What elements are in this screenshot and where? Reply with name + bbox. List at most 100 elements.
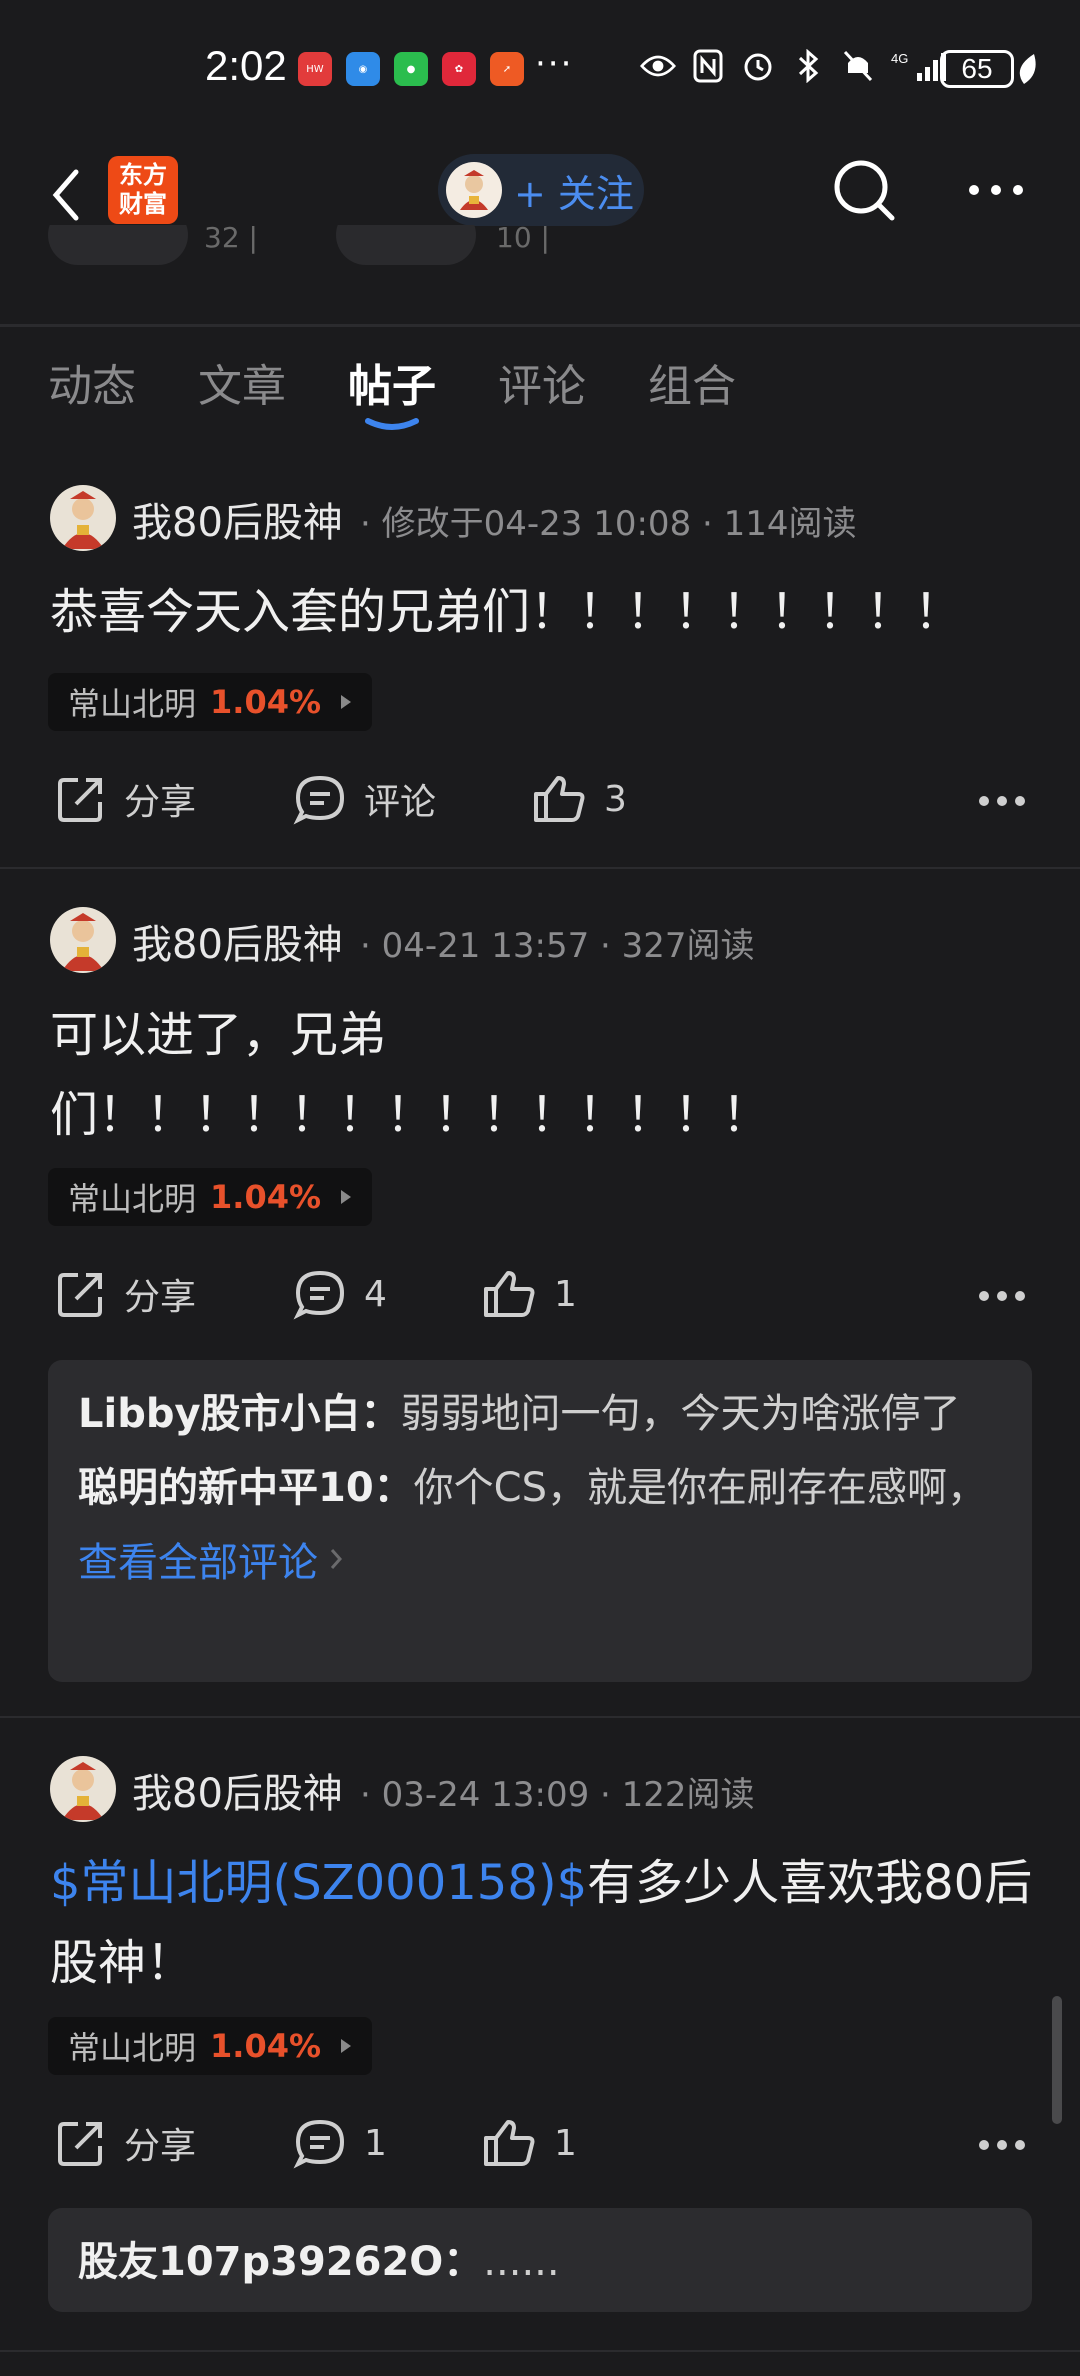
caret-right-icon [341, 1190, 352, 1204]
stock-app-icon: ➚ [490, 52, 524, 86]
stock-name: 常山北明 [68, 2029, 197, 2067]
caret-right-icon [341, 695, 352, 709]
profile-tabs: 动态 文章 帖子 评论 组合 [0, 350, 1080, 450]
avatar[interactable] [50, 485, 116, 551]
like-button[interactable]: 1 [480, 1267, 577, 1321]
comment-button[interactable]: 1 [292, 2116, 387, 2170]
follow-label: + 关注 [514, 171, 634, 216]
back-arrow-icon[interactable] [44, 160, 94, 230]
active-tab-indicator [364, 416, 420, 430]
post-author[interactable]: 我80后股神 [132, 912, 343, 970]
brand-logo-text: 东方 财富 [119, 161, 167, 218]
like-count: 1 [554, 2122, 577, 2164]
tab-articles[interactable]: 文章 [198, 350, 286, 414]
comment-author[interactable]: 股友107p39262O： [78, 2239, 483, 2285]
stock-mention-link[interactable]: $常山北明(SZ000158)$ [50, 1855, 587, 1911]
post-author[interactable]: 我80后股神 [132, 1761, 343, 1819]
stat-pill [336, 225, 476, 265]
share-icon [58, 2122, 102, 2166]
post-more-icon[interactable] [978, 2137, 1026, 2151]
like-count: 1 [554, 1273, 577, 1315]
stock-tag[interactable]: 常山北明 1.04% [48, 2017, 372, 2075]
search-icon[interactable] [830, 156, 900, 226]
news-app-icon: ✿ [442, 52, 476, 86]
avatar[interactable] [50, 1756, 116, 1822]
comment-text: 你个CS，就是你在刷存在感啊， [413, 1465, 987, 1511]
like-button[interactable]: 3 [530, 772, 627, 826]
tab-comments[interactable]: 评论 [498, 350, 586, 414]
post-text[interactable]: $常山北明(SZ000158)$有多少人喜欢我80后股神！ [50, 1843, 1040, 2003]
comment-button[interactable]: 评论 [292, 772, 436, 826]
stock-change: 1.04% [210, 1178, 322, 1216]
scrollbar[interactable] [1052, 1996, 1062, 2124]
more-options-icon[interactable] [966, 180, 1026, 200]
comment-icon [293, 2119, 345, 2169]
stock-tag[interactable]: 常山北明 1.04% [48, 1168, 372, 1226]
stat-count: 32 | [204, 225, 258, 254]
divider [0, 1716, 1080, 1718]
divider [0, 324, 1080, 327]
status-app-icons: HW ◉ ● ✿ ➚ [298, 52, 524, 86]
svg-text:4G: 4G [891, 51, 908, 66]
share-button[interactable]: 分享 [54, 2116, 196, 2170]
view-all-comments-link[interactable]: 查看全部评论 [78, 1530, 1002, 1588]
comment-author[interactable]: Libby股市小白： [78, 1391, 401, 1437]
stock-tag[interactable]: 常山北明 1.04% [48, 673, 372, 731]
stock-name: 常山北明 [68, 1180, 197, 1218]
post-text[interactable]: 恭喜今天入套的兄弟们！！！！！！！！！ [50, 572, 1040, 652]
leaf-icon [1018, 52, 1038, 90]
thumbs-up-icon [484, 1271, 535, 1317]
share-button[interactable]: 分享 [54, 772, 196, 826]
like-count: 3 [604, 778, 627, 820]
comment-count: 4 [364, 1273, 387, 1315]
avatar[interactable] [50, 907, 116, 973]
browser-app-icon: ◉ [346, 52, 380, 86]
divider [0, 867, 1080, 869]
collapsed-stats-row: 32 | 10 | [0, 225, 1080, 325]
brand-logo[interactable]: 东方 财富 [108, 156, 178, 224]
post-author[interactable]: 我80后股神 [132, 490, 343, 548]
comment-button[interactable]: 4 [292, 1267, 387, 1321]
post-meta: · 04-21 13:57 · 327阅读 [360, 926, 755, 966]
comment-preview-box[interactable]: Libby股市小白：弱弱地问一句，今天为啥涨停了 聪明的新中平10：你个CS，就… [48, 1360, 1032, 1682]
eye-icon [640, 48, 676, 84]
post-more-icon[interactable] [978, 1288, 1026, 1302]
share-label: 分享 [124, 2126, 197, 2167]
share-label: 分享 [124, 782, 197, 823]
stock-change: 1.04% [210, 2027, 322, 2065]
stat-count: 10 | [496, 225, 550, 254]
post-text-line: 可以进了，兄弟 [50, 1007, 387, 1063]
post-meta: · 修改于04-23 10:08 · 114阅读 [360, 504, 857, 544]
post-text-line: 们！！！！！！！！！！！！！！ [50, 1087, 771, 1143]
thumbs-up-icon [484, 2120, 535, 2166]
status-bar: 2:02 HW ◉ ● ✿ ➚ ··· 4G 65 [0, 0, 1080, 135]
follow-button[interactable]: + 关注 [438, 154, 644, 226]
tab-dynamics[interactable]: 动态 [48, 350, 136, 414]
stock-change: 1.04% [210, 683, 322, 721]
comment-count: 评论 [364, 782, 437, 823]
share-button[interactable]: 分享 [54, 1267, 196, 1321]
like-button[interactable]: 1 [480, 2116, 577, 2170]
alarm-icon [740, 48, 776, 84]
stock-name: 常山北明 [68, 685, 197, 723]
tab-portfolio[interactable]: 组合 [648, 350, 736, 414]
status-system-icons: 4G [640, 48, 950, 84]
comment-text: 弱弱地问一句，今天为啥涨停了 [400, 1391, 961, 1437]
comment-icon [293, 775, 345, 825]
view-all-label: 查看全部评论 [78, 1540, 318, 1586]
comment-preview-box[interactable]: 股友107p39262O：...... [48, 2208, 1032, 2312]
divider [0, 2350, 1080, 2352]
status-time: 2:02 [205, 42, 287, 89]
comment-item: 聪明的新中平10：你个CS，就是你在刷存在感啊， [78, 1456, 1002, 1520]
user-avatar-small [446, 162, 502, 218]
post-meta: · 03-24 13:09 · 122阅读 [360, 1775, 755, 1815]
post-text[interactable]: 可以进了，兄弟 们！！！！！！！！！！！！！！ [50, 995, 1040, 1155]
tab-posts[interactable]: 帖子 [348, 350, 436, 414]
share-icon [58, 1273, 102, 1317]
comment-author[interactable]: 聪明的新中平10： [78, 1465, 414, 1511]
post-more-icon[interactable] [978, 793, 1026, 807]
comment-count: 1 [364, 2122, 387, 2164]
nfc-icon [690, 48, 726, 84]
wechat-app-icon: ● [394, 52, 428, 86]
chevron-right-icon [330, 1549, 343, 1569]
